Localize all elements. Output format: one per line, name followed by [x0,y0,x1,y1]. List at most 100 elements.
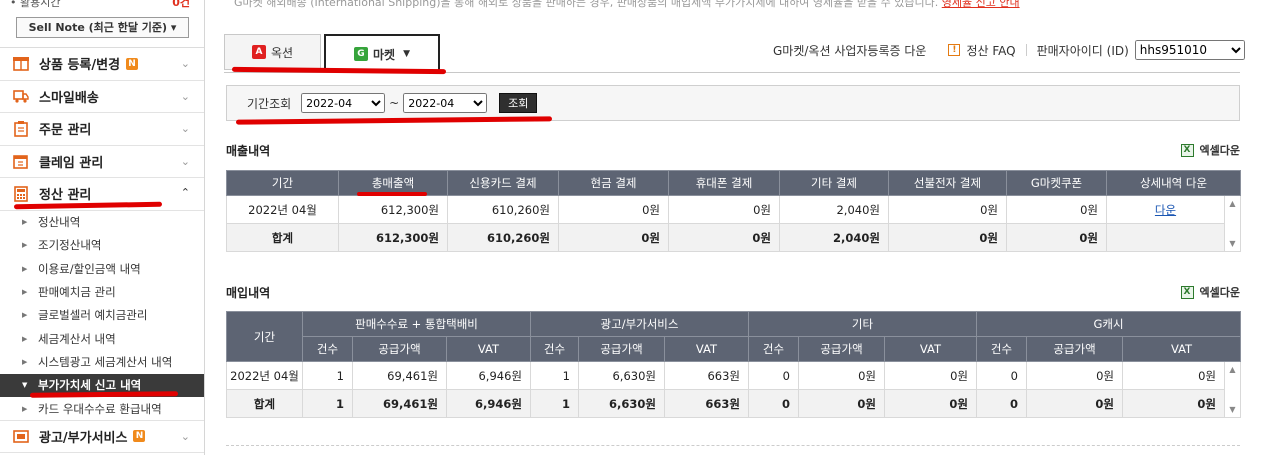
purchase-section-title: 매입내역 [226,286,271,300]
search-button[interactable]: 조회 [499,93,538,113]
scroll-down-icon[interactable]: ▼ [1225,239,1240,248]
col-header: 건수 [302,336,353,362]
table-subheader-row: 건수 공급가액 VAT 건수 공급가액 VAT 건수 공급가액 VAT 건수 공… [227,336,1242,362]
triangle-right-icon: ▶ [22,218,28,227]
order-clipboard-icon [12,120,29,137]
period-from-select[interactable]: 2022-04 [301,93,386,113]
menu-label: 정산 관리 [39,188,92,204]
period-search-bar: 기간조회 2022-04 ~ 2022-04 조회 [226,85,1240,121]
faq-label: 정산 FAQ [966,43,1016,58]
group-header: 광고/부가서비스 [530,311,749,337]
cell: 0원 [668,223,780,252]
col-header: 휴대폰 결제 [668,170,780,196]
sidebar-item-sales-deposit[interactable]: ▶ 판매예치금 관리 [0,280,204,303]
truck-icon [12,88,29,104]
menu-claim-manage[interactable]: 클레임 관리 ⌄ [0,146,204,178]
cell: 0 [748,389,799,418]
detail-download-link[interactable]: 다운 [1155,203,1176,217]
seller-id-select[interactable]: hhs951010 [1134,40,1245,60]
sub-label: 판매예치금 관리 [38,285,116,300]
excel-label: 엑셀다운 [1199,144,1240,157]
excel-icon: X [1180,285,1194,299]
table-row: 2022년 04월 1 69,461원 6,946원 1 6,630원 663원… [226,361,1242,418]
cell: 2,040원 [779,223,889,252]
range-separator: ~ [389,96,400,110]
dashed-divider [226,445,1240,446]
period-to-select[interactable]: 2022-04 [403,93,488,113]
sidebar-item-settlement-history[interactable]: ▶ 정산내역 [0,211,204,234]
cell: 0 [976,389,1027,418]
cell: 2,040원 [779,195,889,224]
menu-smile-delivery[interactable]: 스마일배송 ⌄ [0,81,204,113]
sidebar-item-fee-discount[interactable]: ▶ 이용료/할인금액 내역 [0,257,204,280]
cell: 1 [302,361,353,390]
menu-ad-services[interactable]: 광고/부가서비스 N ⌄ [0,420,204,453]
scroll-up-icon[interactable]: ▲ [1225,365,1240,374]
ad-icon [12,428,29,444]
menu-product-register[interactable]: 상품 등록/변경 N ⌄ [0,48,204,81]
cell: 6,946원 [446,361,531,390]
usage-label: • 활용시간 [10,0,61,9]
notice-link[interactable]: 영세율 신고 안내 [942,0,1020,9]
purchase-excel-download-button[interactable]: X 엑셀다운 [1180,284,1240,300]
col-header: 건수 [976,336,1027,362]
cell: 6,946원 [446,389,531,418]
table-total-row: 합계 612,300원 610,260원 0원 0원 2,040원 0원 0원 [226,223,1241,252]
col-header: 선불전자 결제 [888,170,1007,196]
col-header: G마켓쿠폰 [1006,170,1107,196]
table-row: 2022년 04월 612,300원 610,260원 0원 0원 2,040원… [226,195,1242,252]
col-header: 기타 결제 [779,170,889,196]
cell: 다운 [1106,195,1225,224]
gmarket-logo-icon: G [353,47,368,61]
cell: 69,461원 [352,361,447,390]
col-header: 공급가액 [798,336,885,362]
table-scrollbar[interactable]: ▲ ▼ [1223,361,1242,418]
col-header: 기간 [226,170,339,196]
chevron-up-icon: ⌃ [180,186,190,199]
top-links: G마켓/옥션 사업자등록증 다운 ! 정산 FAQ 판매자아이디 (ID) hh… [773,40,1245,60]
menu-label: 주문 관리 [39,123,92,139]
triangle-right-icon: ▶ [22,311,28,320]
cell: 0원 [888,195,1007,224]
new-badge: N [133,430,146,443]
sub-label: 이용료/할인금액 내역 [38,261,141,276]
sidebar-item-system-ad-invoice[interactable]: ▶ 시스템광고 세금계산서 내역 [0,350,204,373]
cell: 0원 [798,389,885,418]
cell: 0원 [558,195,669,224]
calendar-icon [12,153,29,169]
menu-order-manage[interactable]: 주문 관리 ⌄ [0,113,204,146]
caret-down-icon: ▼ [403,49,410,59]
sidebar-item-early-settlement[interactable]: ▶ 조기정산내역 [0,234,204,257]
table-scrollbar[interactable]: ▲ ▼ [1223,195,1242,252]
tab-gmarket[interactable]: G 마켓 ▼ [324,34,440,72]
cell: 0원 [558,223,669,252]
chevron-down-icon: ⌄ [180,57,190,70]
group-header: G캐시 [975,311,1242,337]
cell: 1 [530,361,579,390]
cell: 612,300원 [338,195,448,224]
sidebar-item-card-fee-refund[interactable]: ▶ 카드 우대수수료 환급내역 [0,397,204,420]
scroll-up-icon[interactable]: ▲ [1225,199,1240,208]
group-header: 기타 [748,311,977,337]
col-header: 공급가액 [578,336,665,362]
tab-auction[interactable]: A 옥션 [224,34,321,70]
new-badge: N [126,57,139,70]
sidebar-item-global-deposit[interactable]: ▶ 글로벌셀러 예치금관리 [0,304,204,327]
cell: 2022년 04월 [226,195,339,224]
cell: 0원 [1122,389,1225,418]
col-header: VAT [884,336,977,362]
sales-excel-download-button[interactable]: X 엑셀다운 [1180,142,1240,158]
settlement-faq-link[interactable]: ! 정산 FAQ [948,42,1016,59]
biz-reg-download-link[interactable]: G마켓/옥션 사업자등록증 다운 [773,42,926,59]
col-header: 기간 [226,311,303,362]
table-total-row: 합계 1 69,461원 6,946원 1 6,630원 663원 0 0원 0… [226,389,1241,418]
sub-label: 카드 우대수수료 환급내역 [38,401,162,416]
scroll-down-icon[interactable]: ▼ [1225,405,1240,414]
chevron-down-icon: ⌄ [180,430,190,444]
sell-note-button[interactable]: Sell Note (최근 한달 기준) ▾ [16,17,189,38]
notice-body: G마켓 해외배송 (International Shipping)을 통해 해외… [234,0,939,9]
sidebar-item-tax-invoice[interactable]: ▶ 세금계산서 내역 [0,327,204,350]
col-header: 건수 [530,336,579,362]
cell: 0원 [884,361,977,390]
cell: 0원 [1006,223,1107,252]
